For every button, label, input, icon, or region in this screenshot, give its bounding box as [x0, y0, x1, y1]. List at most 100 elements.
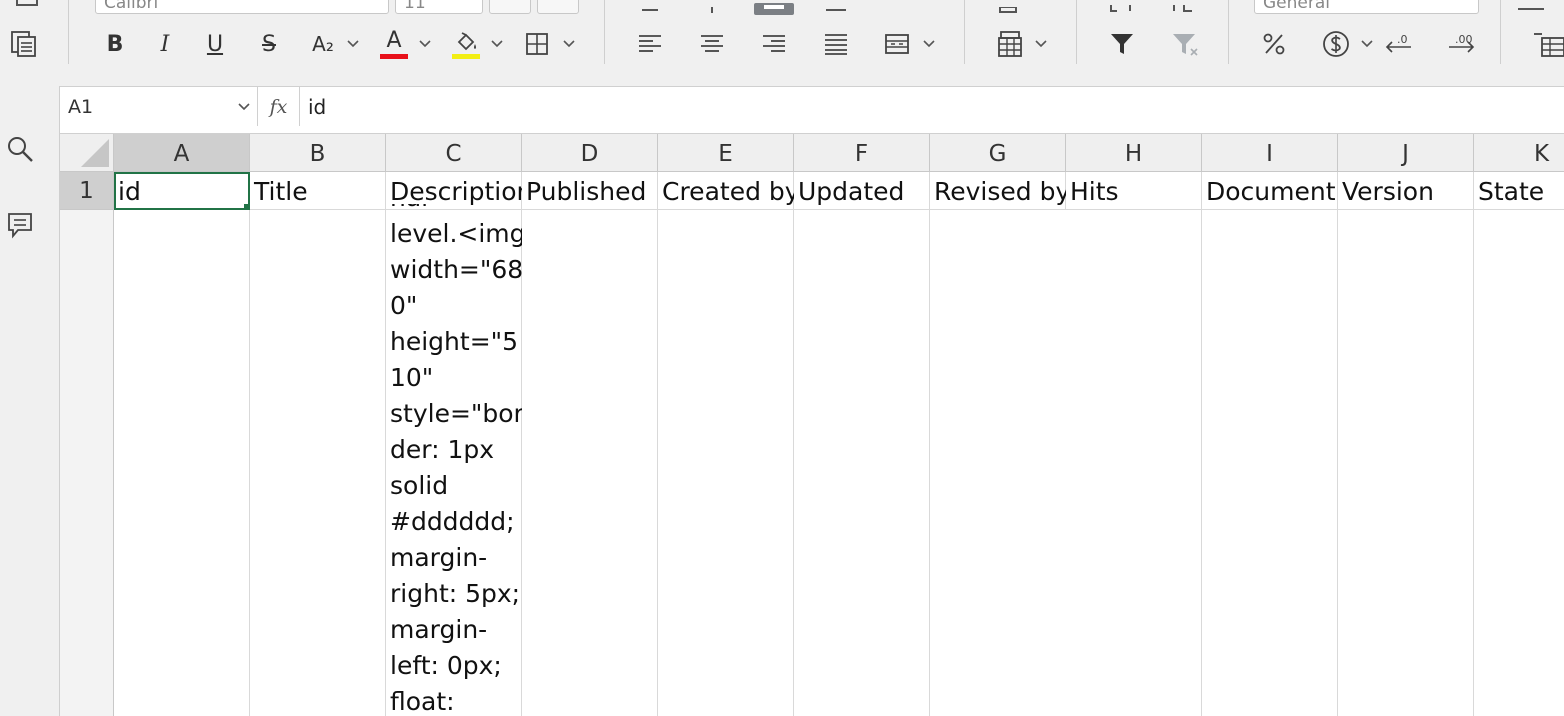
- font-grow-button[interactable]: [489, 0, 531, 14]
- cell-c2-line: margin-: [390, 615, 488, 644]
- cell-a1[interactable]: id: [114, 172, 250, 210]
- column-header-f[interactable]: F: [794, 134, 930, 172]
- sort-icon[interactable]: [1108, 0, 1138, 19]
- conditional-format-icon[interactable]: [996, 0, 1020, 19]
- column-header-e[interactable]: E: [658, 134, 794, 172]
- increase-decimal-icon: .00: [1449, 33, 1475, 53]
- subscript-button[interactable]: A₂: [306, 24, 340, 64]
- column-header-c[interactable]: C: [386, 134, 522, 172]
- column-header-g[interactable]: G: [930, 134, 1066, 172]
- column-header-d[interactable]: D: [522, 134, 658, 172]
- borders-dropdown[interactable]: [562, 24, 576, 64]
- number-format-select[interactable]: General: [1254, 0, 1479, 14]
- highlight-color-button[interactable]: [450, 24, 482, 64]
- column-header-b[interactable]: B: [250, 134, 386, 172]
- font-size-select[interactable]: 11: [395, 0, 483, 14]
- highlight-color-swatch: [452, 53, 480, 59]
- font-color-button[interactable]: A: [378, 24, 410, 64]
- select-all-button[interactable]: [60, 134, 114, 172]
- align-center-icon: [701, 35, 723, 52]
- decrease-decimal-button[interactable]: .0: [1382, 24, 1416, 64]
- insert-cells-button[interactable]: [1532, 24, 1564, 64]
- percent-button[interactable]: [1258, 24, 1290, 64]
- subscript-dropdown[interactable]: [346, 24, 360, 64]
- cell-c2-line: height="5: [390, 327, 519, 356]
- bold-button[interactable]: B: [100, 24, 130, 64]
- cell-i1[interactable]: Document type: [1202, 172, 1338, 210]
- table-icon: [998, 31, 1022, 57]
- cell-k1[interactable]: State: [1474, 172, 1564, 210]
- search-button[interactable]: [5, 134, 35, 164]
- format-as-table-button[interactable]: [996, 24, 1026, 64]
- align-left-button[interactable]: [634, 24, 666, 64]
- dollar-icon: [1323, 31, 1349, 57]
- align-top-icon[interactable]: [640, 0, 660, 19]
- name-box[interactable]: A1: [60, 87, 258, 127]
- borders-button[interactable]: [522, 24, 552, 64]
- paste-icon-partial[interactable]: [14, 0, 40, 13]
- chevron-down-icon: [491, 40, 503, 48]
- justify-button[interactable]: [820, 24, 852, 64]
- cell-f1[interactable]: Updated: [794, 172, 930, 210]
- wrap-text-icon[interactable]: [824, 0, 848, 19]
- sort-desc-icon[interactable]: [1170, 0, 1200, 19]
- column-header-j[interactable]: J: [1338, 134, 1474, 172]
- ribbon-separator: [68, 0, 69, 64]
- paint-bucket-icon: [457, 31, 476, 50]
- function-wizard-button[interactable]: fx: [258, 87, 300, 127]
- currency-button[interactable]: [1320, 24, 1352, 64]
- subscript-icon: A₂: [312, 32, 334, 56]
- gridline: [657, 172, 658, 716]
- ribbon-separator: [964, 0, 965, 64]
- cell-c2-line: margin-: [390, 543, 488, 572]
- comments-button[interactable]: [5, 210, 35, 240]
- cell-g1[interactable]: Revised by: [930, 172, 1066, 210]
- align-middle-icon[interactable]: [702, 0, 722, 19]
- align-left-icon: [639, 35, 661, 52]
- font-name-select[interactable]: Calibri: [95, 0, 389, 14]
- row-header-2[interactable]: [60, 210, 114, 716]
- currency-dropdown[interactable]: [1360, 24, 1374, 64]
- align-center-button[interactable]: [696, 24, 728, 64]
- cell-d1[interactable]: Published: [522, 172, 658, 210]
- chevron-down-icon: [563, 40, 575, 48]
- font-color-dropdown[interactable]: [418, 24, 432, 64]
- align-bottom-button[interactable]: [754, 0, 794, 19]
- merge-cells-dropdown[interactable]: [922, 24, 936, 64]
- underline-button[interactable]: U: [200, 24, 230, 64]
- chevron-down-icon: [419, 40, 431, 48]
- spreadsheet-grid[interactable]: A B C D E F G H I J K 1 id Title Descrip…: [60, 134, 1564, 716]
- cell-c2-line: 0": [390, 291, 418, 320]
- percent-icon: [1263, 33, 1285, 55]
- italic-button[interactable]: I: [150, 24, 180, 64]
- gridline: [793, 172, 794, 716]
- column-header-i[interactable]: I: [1202, 134, 1338, 172]
- increase-decimal-button[interactable]: .00: [1444, 24, 1478, 64]
- cell-c2-line: nal: [386, 204, 522, 216]
- cell-styles-icon[interactable]: [1516, 0, 1546, 19]
- filter-button[interactable]: [1106, 24, 1138, 64]
- chevron-down-icon: [1035, 40, 1047, 48]
- cell-h1[interactable]: Hits: [1066, 172, 1202, 210]
- cell-c2-line: solid: [390, 471, 449, 500]
- ribbon-separator: [1500, 0, 1501, 64]
- column-header-a[interactable]: A: [114, 134, 250, 172]
- column-header-h[interactable]: H: [1066, 134, 1202, 172]
- cell-e1[interactable]: Created by: [658, 172, 794, 210]
- highlight-color-dropdown[interactable]: [490, 24, 504, 64]
- merge-cells-button[interactable]: [882, 24, 912, 64]
- formula-input[interactable]: id: [308, 87, 326, 127]
- align-right-button[interactable]: [758, 24, 790, 64]
- cell-b1[interactable]: Title: [250, 172, 386, 210]
- row-header-1[interactable]: 1: [60, 172, 114, 210]
- clear-filter-button[interactable]: [1168, 24, 1202, 64]
- cell-j1[interactable]: Version: [1338, 172, 1474, 210]
- paste-special-button[interactable]: [6, 24, 42, 64]
- clipboard-icon: [11, 31, 36, 57]
- cell-c2[interactable]: nal level.<img width="68 0" height="5 10…: [386, 204, 522, 716]
- column-header-k[interactable]: K: [1474, 134, 1564, 172]
- format-as-table-dropdown[interactable]: [1034, 24, 1048, 64]
- strikethrough-button[interactable]: S: [254, 24, 284, 64]
- comment-icon: [8, 213, 32, 239]
- font-shrink-button[interactable]: [537, 0, 579, 14]
